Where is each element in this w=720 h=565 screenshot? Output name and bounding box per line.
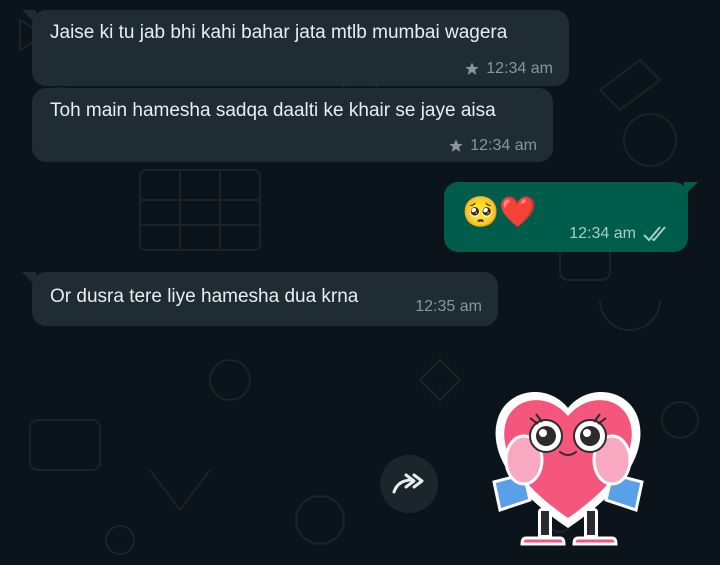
bubble-tail	[22, 272, 36, 286]
message-emoji: 🥺❤️	[462, 196, 537, 229]
message-meta: 12:34 am	[569, 224, 672, 244]
forward-icon	[392, 473, 424, 494]
star-icon	[449, 139, 463, 152]
message-text: Or dusra tere liye hamesha dua krna	[50, 286, 359, 307]
forward-button[interactable]	[380, 455, 438, 513]
outgoing-message[interactable]: 🥺❤️ 12:34 am	[444, 182, 698, 252]
incoming-message[interactable]: Jaise ki tu jab bhi kahi bahar jata mtlb…	[22, 10, 569, 86]
bubble-tail	[22, 10, 36, 24]
star-icon	[465, 62, 479, 75]
message-meta: 12:34 am	[448, 136, 537, 156]
message-time: 12:34 am	[470, 137, 537, 154]
message-meta: 12:35 am	[415, 297, 482, 317]
bubble-tail	[684, 182, 698, 196]
message-meta: 12:34 am	[464, 59, 553, 79]
double-check-icon	[643, 226, 666, 242]
message-text: Jaise ki tu jab bhi kahi bahar jata mtlb…	[50, 22, 508, 43]
incoming-message[interactable]: Or dusra tere liye hamesha dua krna 12:3…	[22, 272, 498, 326]
message-time: 12:35 am	[415, 298, 482, 315]
message-time: 12:34 am	[486, 60, 553, 77]
message-time: 12:34 am	[569, 225, 636, 242]
heart-character-sticker[interactable]	[488, 378, 648, 553]
message-text: Toh main hamesha sadqa daalti ke khair s…	[50, 100, 496, 121]
incoming-message[interactable]: Toh main hamesha sadqa daalti ke khair s…	[32, 88, 553, 162]
